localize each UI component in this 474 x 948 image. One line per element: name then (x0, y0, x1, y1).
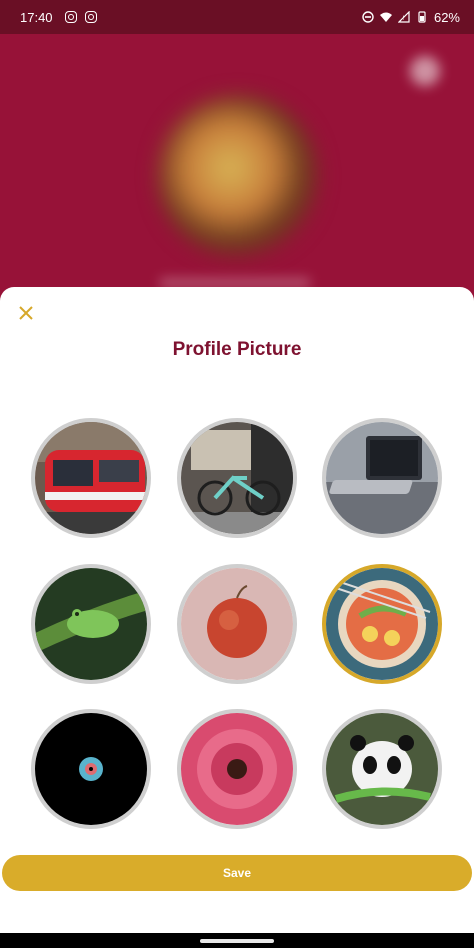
streetcar-image (35, 422, 147, 534)
instagram-icon (84, 11, 97, 23)
status-bar: 17:40 ! 62% (0, 0, 474, 34)
bicycle-image (181, 422, 293, 534)
profile-picture-sheet: Profile Picture Save (0, 287, 474, 933)
flower-image (181, 713, 293, 825)
home-gesture-handle[interactable] (200, 939, 274, 943)
battery-icon (418, 11, 426, 23)
apple-image (181, 568, 293, 680)
signal-icon: ! (397, 11, 410, 23)
settings-gear-icon (410, 56, 440, 86)
status-time: 17:40 (20, 9, 53, 25)
picture-option-panda[interactable] (322, 709, 442, 829)
avatar (158, 96, 318, 256)
picture-option-apple[interactable] (177, 564, 297, 684)
system-navigation-bar (0, 933, 474, 948)
wifi-icon (379, 12, 392, 22)
battery-percent: 62% (433, 9, 460, 25)
cd-image (35, 713, 147, 825)
ramen-image (326, 568, 438, 680)
picture-option-streetcar[interactable] (31, 418, 151, 538)
panda-image (326, 713, 438, 825)
picture-grid (0, 287, 474, 847)
save-button[interactable]: Save (2, 855, 472, 891)
dnd-icon (362, 11, 374, 23)
picture-option-cd[interactable] (31, 709, 151, 829)
laptop-image (326, 422, 438, 534)
picture-option-laptop[interactable] (322, 418, 442, 538)
frog-image (35, 568, 147, 680)
picture-option-ramen[interactable] (322, 564, 442, 684)
instagram-icon (64, 11, 77, 23)
picture-option-flower[interactable] (177, 709, 297, 829)
picture-option-bicycle[interactable] (177, 418, 297, 538)
picture-option-frog[interactable] (31, 564, 151, 684)
